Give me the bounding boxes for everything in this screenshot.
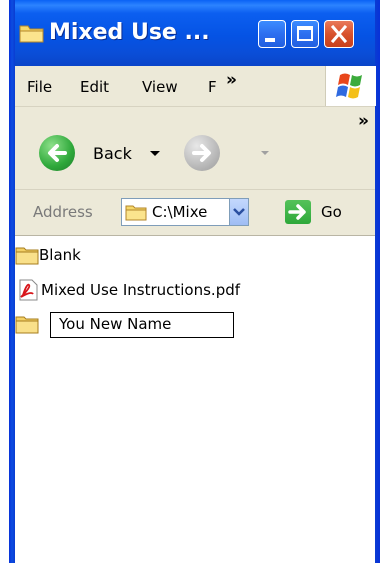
address-bar: Address C:\Mixe Go <box>15 190 375 236</box>
menu-bar: File Edit View F » <box>15 66 376 107</box>
address-combobox[interactable]: C:\Mixe <box>121 198 249 226</box>
list-item[interactable]: Blank <box>15 244 81 266</box>
windows-flag-icon <box>336 73 362 99</box>
maximize-button[interactable] <box>291 20 319 48</box>
window-title: Mixed Use ... <box>49 20 210 45</box>
file-name: Mixed Use Instructions.pdf <box>41 281 241 299</box>
pdf-icon <box>19 279 38 301</box>
back-arrow-icon[interactable] <box>39 135 75 171</box>
rename-input[interactable]: You New Name <box>50 312 234 338</box>
address-input[interactable]: C:\Mixe <box>152 203 207 221</box>
folder-icon <box>15 247 39 265</box>
close-icon <box>330 24 348 44</box>
address-dropdown-button[interactable] <box>229 199 248 225</box>
toolbar-overflow-chevron[interactable]: » <box>358 111 369 131</box>
back-button-label[interactable]: Back <box>93 144 132 163</box>
forward-arrow-icon[interactable] <box>184 135 220 171</box>
menu-view[interactable]: View <box>142 78 178 96</box>
list-item[interactable] <box>15 313 39 335</box>
maximize-icon <box>297 26 313 41</box>
windows-logo <box>325 66 376 106</box>
menu-favorites[interactable]: F <box>208 78 217 96</box>
minimize-icon <box>265 38 275 42</box>
go-arrow-icon[interactable] <box>285 200 311 224</box>
close-button[interactable] <box>324 20 354 48</box>
go-button-label[interactable]: Go <box>321 203 342 221</box>
back-dropdown-icon[interactable] <box>150 151 160 156</box>
menu-overflow-chevron[interactable]: » <box>226 70 237 90</box>
file-name: Blank <box>39 246 81 264</box>
toolbar: Back » <box>15 107 375 190</box>
minimize-button[interactable] <box>258 20 286 48</box>
folder-icon <box>19 25 44 43</box>
folder-icon <box>15 316 39 334</box>
chevron-down-icon <box>233 208 245 216</box>
menu-edit[interactable]: Edit <box>80 78 109 96</box>
menu-file[interactable]: File <box>27 78 52 96</box>
folder-icon <box>125 205 147 221</box>
forward-dropdown-icon[interactable] <box>261 151 269 155</box>
address-label: Address <box>33 203 93 221</box>
title-bar[interactable]: Mixed Use ... <box>15 0 375 66</box>
list-item[interactable]: Mixed Use Instructions.pdf <box>17 279 240 301</box>
